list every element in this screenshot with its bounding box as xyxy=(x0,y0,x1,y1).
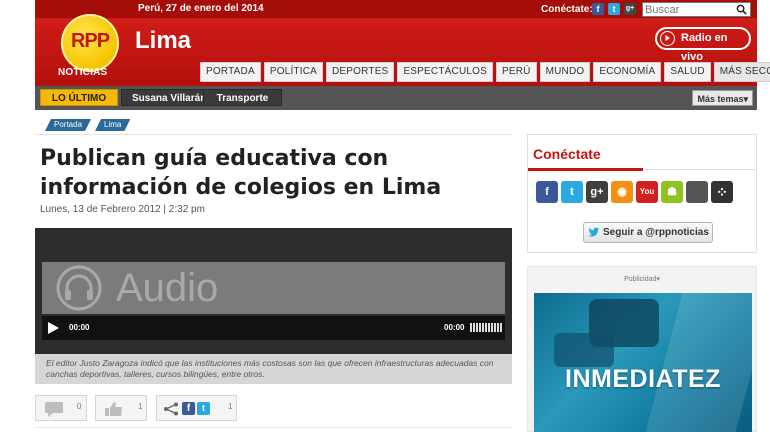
nav-item-mundo[interactable]: MUNDO xyxy=(539,62,591,82)
nav-item-economia[interactable]: ECONOMÍA xyxy=(593,62,662,82)
header-date: Perú, 27 de enero del 2014 xyxy=(138,3,264,14)
social-icons: f t g+ ◉ You ☗ ⁘ xyxy=(536,181,733,203)
section-title: Lima xyxy=(135,27,192,54)
search-input[interactable] xyxy=(645,3,733,16)
youtube-icon[interactable]: You xyxy=(636,181,658,203)
time-current: 00:00 xyxy=(69,323,90,332)
player-controls: 00:00 00:00 xyxy=(42,316,505,340)
more-topics-button[interactable]: Más temas▾ xyxy=(692,90,753,106)
radio-live-label: Radio en vivo xyxy=(681,32,728,63)
nav-item-salud[interactable]: SALUD xyxy=(664,62,711,82)
logo-text: RPP xyxy=(70,30,110,52)
nav-item-peru[interactable]: PERÚ xyxy=(495,62,537,82)
share-icon xyxy=(164,402,178,416)
rpp-logo[interactable]: RPP xyxy=(61,14,119,72)
shares-count: 1 xyxy=(228,402,233,411)
topic-transporte[interactable]: Transporte xyxy=(203,89,282,106)
ad-banner[interactable]: INMEDIATEZ xyxy=(534,293,752,432)
google-plus-icon[interactable]: g+ xyxy=(586,181,608,203)
breadcrumb-portada[interactable]: Portada xyxy=(45,119,91,131)
headphones-icon xyxy=(56,265,102,311)
page: Perú, 27 de enero del 2014 Conéctate: f … xyxy=(0,0,770,432)
share-button[interactable]: f t 1 xyxy=(156,395,237,421)
twitter-icon: t xyxy=(197,402,210,415)
audio-player: Audio 00:00 00:00 xyxy=(35,228,512,354)
ad-camera-shape xyxy=(554,333,614,367)
google-plus-icon[interactable]: g+ xyxy=(624,3,636,15)
follow-label: Seguir a @rppnoticias xyxy=(603,227,709,238)
main-nav: PORTADA POLÍTICA DEPORTES ESPECTÁCULOS P… xyxy=(200,62,770,82)
nav-item-politica[interactable]: POLÍTICA xyxy=(263,62,323,82)
ad-text: INMEDIATEZ xyxy=(565,365,721,393)
connect-title: Conéctate xyxy=(533,146,601,162)
thumbs-up-icon xyxy=(105,402,122,416)
connect-widget: Conéctate f t g+ ◉ You ☗ ⁘ Seguir a @rpp… xyxy=(527,134,757,253)
facebook-icon[interactable]: f xyxy=(536,181,558,203)
comments-count: 0 xyxy=(77,402,82,411)
breadcrumb-lima[interactable]: Lima xyxy=(95,119,130,131)
nav-more-sections[interactable]: MÁS SECCIONES ▾ xyxy=(713,62,770,82)
facebook-icon: f xyxy=(182,402,195,415)
radio-live-button[interactable]: Radio en vivo xyxy=(655,27,751,63)
comment-icon xyxy=(45,402,63,417)
connect-underline xyxy=(528,168,643,171)
ad-label[interactable]: Publicidad▾ xyxy=(528,275,756,283)
apple-icon[interactable] xyxy=(686,181,708,203)
twitter-icon[interactable]: t xyxy=(608,3,620,15)
rss-icon[interactable]: ◉ xyxy=(611,181,633,203)
nav-item-espectaculos[interactable]: ESPECTÁCULOS xyxy=(397,62,493,82)
play-icon[interactable] xyxy=(48,322,59,334)
search-box xyxy=(642,2,751,17)
audio-player-screen: Audio xyxy=(42,262,505,314)
article-date: Lunes, 13 de Febrero 2012 | 2:32 pm xyxy=(40,204,205,215)
article-headline: Publican guía educativa con información … xyxy=(40,146,442,200)
site-header: Perú, 27 de enero del 2014 Conéctate: f … xyxy=(35,0,770,86)
logo-subtitle: NOTICIAS xyxy=(58,67,108,78)
facebook-icon[interactable]: f xyxy=(592,3,604,15)
latest-button[interactable]: LO ÚLTIMO xyxy=(40,89,118,106)
comments-button[interactable]: 0 xyxy=(35,395,87,421)
divider xyxy=(35,134,512,135)
twitter-icon[interactable]: t xyxy=(561,181,583,203)
android-icon[interactable]: ☗ xyxy=(661,181,683,203)
advertisement: Publicidad▾ INMEDIATEZ xyxy=(527,266,757,432)
twitter-icon xyxy=(588,227,600,237)
divider xyxy=(643,169,757,170)
divider xyxy=(35,427,512,428)
audio-caption: El editor Justo Zaragoza indicó que las … xyxy=(35,354,512,384)
header-connect-label: Conéctate: xyxy=(541,4,593,15)
nav-item-portada[interactable]: PORTADA xyxy=(200,62,261,82)
like-button[interactable]: 1 xyxy=(95,395,147,421)
breadcrumb: Portada Lima xyxy=(45,119,130,131)
likes-count: 1 xyxy=(138,402,143,411)
blackberry-icon[interactable]: ⁘ xyxy=(711,181,733,203)
time-total: 00:00 xyxy=(444,323,465,332)
ad-glare xyxy=(645,293,752,432)
topics-bar: LO ÚLTIMO Susana Villarán Transporte Más… xyxy=(35,86,757,110)
search-icon[interactable] xyxy=(736,4,747,15)
nav-item-deportes[interactable]: DEPORTES xyxy=(326,62,395,82)
audio-label: Audio xyxy=(116,266,219,310)
play-icon xyxy=(660,31,675,46)
volume-icon[interactable] xyxy=(470,323,502,332)
follow-twitter-button[interactable]: Seguir a @rppnoticias xyxy=(583,222,713,243)
